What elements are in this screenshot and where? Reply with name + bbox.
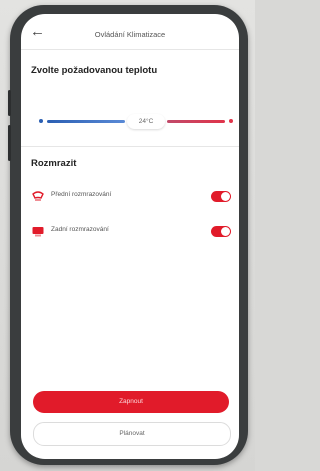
schedule-button[interactable]: Plánovat <box>33 422 231 446</box>
slider-track-warm <box>167 120 225 123</box>
rear-defrost-row[interactable]: Zadní rozmrazování <box>31 221 237 243</box>
header: ← Ovládání Klimatizace <box>21 14 239 50</box>
page-title: Ovládání Klimatizace <box>94 30 166 39</box>
side-button <box>8 90 11 116</box>
temperature-slider[interactable]: 24°C <box>35 114 233 130</box>
temperature-value: 24°C <box>138 118 154 125</box>
rear-defrost-label: Zadní rozmrazování <box>51 226 109 233</box>
toggle-knob <box>221 227 230 236</box>
slider-track-cool <box>47 120 125 123</box>
front-defrost-toggle[interactable] <box>211 191 231 202</box>
front-defrost-icon <box>31 189 45 203</box>
section-divider <box>21 146 239 147</box>
turn-on-button[interactable]: Zapnout <box>33 391 229 413</box>
min-dot <box>39 119 43 123</box>
front-defrost-row[interactable]: Přední rozmrazování <box>31 186 237 208</box>
app-screen: ← Ovládání Klimatizace Zvolte požadovano… <box>21 14 239 459</box>
header-divider <box>21 49 239 50</box>
front-defrost-label: Přední rozmrazování <box>51 191 112 198</box>
defrost-section-title: Rozmrazit <box>31 158 77 169</box>
rear-defrost-icon <box>31 224 45 238</box>
side-button <box>8 125 11 161</box>
rear-defrost-toggle[interactable] <box>211 226 231 237</box>
slider-thumb[interactable]: 24°C <box>127 114 165 129</box>
max-dot <box>229 119 233 123</box>
temperature-section-title: Zvolte požadovanou teplotu <box>31 65 158 76</box>
toggle-knob <box>221 192 230 201</box>
